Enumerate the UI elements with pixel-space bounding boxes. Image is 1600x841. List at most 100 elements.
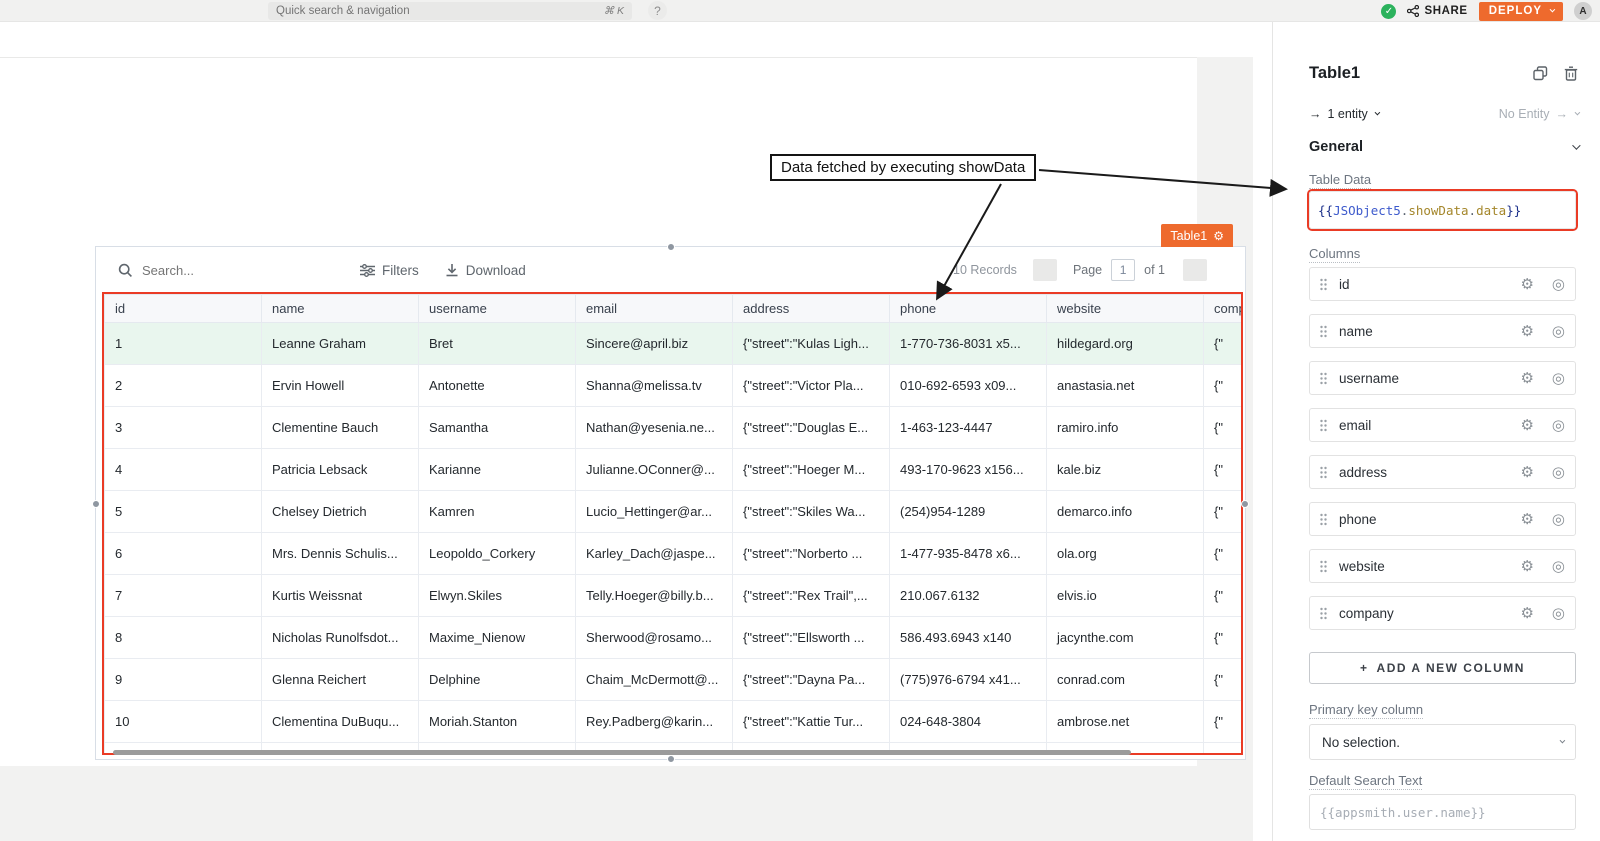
quick-search-input[interactable] — [276, 5, 604, 17]
table-row[interactable]: 6Mrs. Dennis Schulis...Leopoldo_CorkeryK… — [105, 533, 1242, 575]
default-search-input[interactable]: {{appsmith.user.name}} — [1309, 794, 1576, 830]
table-cell: Patricia Lebsack — [262, 449, 419, 491]
drag-handle-icon[interactable] — [1320, 419, 1327, 432]
drag-handle-icon[interactable] — [1320, 466, 1327, 479]
widget-name-badge[interactable]: Table1 ⚙ — [1161, 224, 1233, 247]
table-data-binding-field[interactable]: {{JSObject5.showData.data}} — [1309, 191, 1576, 229]
column-header-website[interactable]: website — [1047, 295, 1204, 323]
share-button[interactable]: SHARE — [1407, 5, 1467, 17]
table-cell: {"street":"Norberto ... — [733, 533, 890, 575]
column-item-address[interactable]: address⚙◎ — [1309, 455, 1576, 489]
quick-search-bar[interactable]: ⌘ K — [268, 2, 632, 20]
avatar[interactable]: A — [1574, 2, 1592, 20]
filters-icon — [360, 264, 375, 277]
column-header-phone[interactable]: phone — [890, 295, 1047, 323]
column-item-email[interactable]: email⚙◎ — [1309, 408, 1576, 442]
table-cell: Maxime_Nienow — [419, 617, 576, 659]
table-cell: Kamren — [419, 491, 576, 533]
column-settings-icon[interactable]: ⚙ — [1520, 322, 1533, 340]
table-row[interactable]: 9Glenna ReichertDelphineChaim_McDermott@… — [105, 659, 1242, 701]
resize-handle-bottom[interactable] — [667, 755, 675, 763]
drag-handle-icon[interactable] — [1320, 607, 1327, 620]
column-header-id[interactable]: id — [105, 295, 262, 323]
panel-gutter — [1253, 22, 1272, 841]
resize-handle-right[interactable] — [1241, 500, 1249, 508]
column-item-name[interactable]: name⚙◎ — [1309, 314, 1576, 348]
table-cell: Julianne.OConner@... — [576, 449, 733, 491]
widget-settings-icon[interactable]: ⚙ — [1213, 229, 1224, 243]
table-cell: 024-648-3804 — [890, 701, 1047, 743]
column-header-name[interactable]: name — [262, 295, 419, 323]
delete-widget-icon[interactable] — [1564, 66, 1578, 81]
table-row[interactable]: 2Ervin HowellAntonetteShanna@melissa.tv{… — [105, 365, 1242, 407]
column-settings-icon[interactable]: ⚙ — [1520, 369, 1533, 387]
column-visibility-icon[interactable]: ◎ — [1552, 369, 1565, 387]
column-visibility-icon[interactable]: ◎ — [1552, 510, 1565, 528]
table-cell: Sherwood@rosamo... — [576, 617, 733, 659]
horizontal-scrollbar[interactable] — [113, 750, 1131, 755]
page-number-input[interactable] — [1111, 259, 1135, 281]
column-settings-icon[interactable]: ⚙ — [1520, 416, 1533, 434]
filters-button[interactable]: Filters — [360, 263, 419, 278]
copy-widget-icon[interactable] — [1533, 66, 1548, 81]
table-cell: 010-692-6593 x09... — [890, 365, 1047, 407]
table-cell: kale.biz — [1047, 449, 1204, 491]
resize-handle-top[interactable] — [667, 243, 675, 251]
column-visibility-icon[interactable]: ◎ — [1552, 275, 1565, 293]
column-visibility-icon[interactable]: ◎ — [1552, 322, 1565, 340]
column-visibility-icon[interactable]: ◎ — [1552, 557, 1565, 575]
drag-handle-icon[interactable] — [1320, 278, 1327, 291]
drag-handle-icon[interactable] — [1320, 560, 1327, 573]
table-row[interactable]: 1Leanne GrahamBretSincere@april.biz{"str… — [105, 323, 1242, 365]
table-row[interactable]: 7Kurtis WeissnatElwyn.SkilesTelly.Hoeger… — [105, 575, 1242, 617]
column-settings-icon[interactable]: ⚙ — [1520, 557, 1533, 575]
column-item-username[interactable]: username⚙◎ — [1309, 361, 1576, 395]
column-item-website[interactable]: website⚙◎ — [1309, 549, 1576, 583]
table-row[interactable]: 4Patricia LebsackKarianneJulianne.OConne… — [105, 449, 1242, 491]
deploy-button[interactable]: DEPLOY — [1479, 2, 1563, 21]
table-row[interactable]: 5Chelsey DietrichKamrenLucio_Hettinger@a… — [105, 491, 1242, 533]
table-row[interactable]: 8Nicholas Runolfsdot...Maxime_NienowSher… — [105, 617, 1242, 659]
column-header-email[interactable]: email — [576, 295, 733, 323]
drag-handle-icon[interactable] — [1320, 372, 1327, 385]
column-item-id[interactable]: id⚙◎ — [1309, 267, 1576, 301]
table-cell: 1-463-123-4447 — [890, 407, 1047, 449]
drag-handle-icon[interactable] — [1320, 325, 1327, 338]
add-new-column-button[interactable]: + ADD A NEW COLUMN — [1309, 652, 1576, 684]
table-search-input[interactable] — [142, 263, 292, 278]
column-visibility-icon[interactable]: ◎ — [1552, 604, 1565, 622]
general-section-label: General — [1309, 139, 1363, 155]
table-cell: Kurtis Weissnat — [262, 575, 419, 617]
outgoing-entities-dropdown[interactable]: No Entity → — [1499, 107, 1578, 121]
resize-handle-left[interactable] — [92, 500, 100, 508]
table1-widget[interactable]: Table1 ⚙ — [95, 246, 1246, 760]
column-visibility-icon[interactable]: ◎ — [1552, 463, 1565, 481]
column-item-company[interactable]: company⚙◎ — [1309, 596, 1576, 630]
prev-page-button[interactable] — [1033, 259, 1057, 281]
primary-key-select[interactable]: No selection. — [1309, 724, 1576, 760]
table-cell: Clementina DuBuqu... — [262, 701, 419, 743]
column-settings-icon[interactable]: ⚙ — [1520, 604, 1533, 622]
table-row[interactable]: 10Clementina DuBuqu...Moriah.StantonRey.… — [105, 701, 1242, 743]
column-visibility-icon[interactable]: ◎ — [1552, 416, 1565, 434]
table-cell: Karley_Dach@jaspe... — [576, 533, 733, 575]
column-header-address[interactable]: address — [733, 295, 890, 323]
table-cell: 8 — [105, 617, 262, 659]
column-settings-icon[interactable]: ⚙ — [1520, 275, 1533, 293]
next-page-button[interactable] — [1183, 259, 1207, 281]
column-settings-icon[interactable]: ⚙ — [1520, 510, 1533, 528]
column-header-company[interactable]: company — [1204, 295, 1242, 323]
column-settings-icon[interactable]: ⚙ — [1520, 463, 1533, 481]
download-button[interactable]: Download — [445, 263, 526, 278]
table-row[interactable]: 3Clementine BauchSamanthaNathan@yesenia.… — [105, 407, 1242, 449]
help-button[interactable]: ? — [648, 1, 667, 20]
table-cell: Nathan@yesenia.ne... — [576, 407, 733, 449]
column-item-phone[interactable]: phone⚙◎ — [1309, 502, 1576, 536]
general-section-header[interactable]: General — [1309, 139, 1578, 155]
drag-handle-icon[interactable] — [1320, 513, 1327, 526]
column-header-username[interactable]: username — [419, 295, 576, 323]
columns-list: id⚙◎name⚙◎username⚙◎email⚙◎address⚙◎phon… — [1309, 267, 1576, 643]
search-icon — [118, 263, 133, 278]
table-cell: Leopoldo_Corkery — [419, 533, 576, 575]
incoming-entities-dropdown[interactable]: → 1 entity — [1309, 107, 1378, 121]
